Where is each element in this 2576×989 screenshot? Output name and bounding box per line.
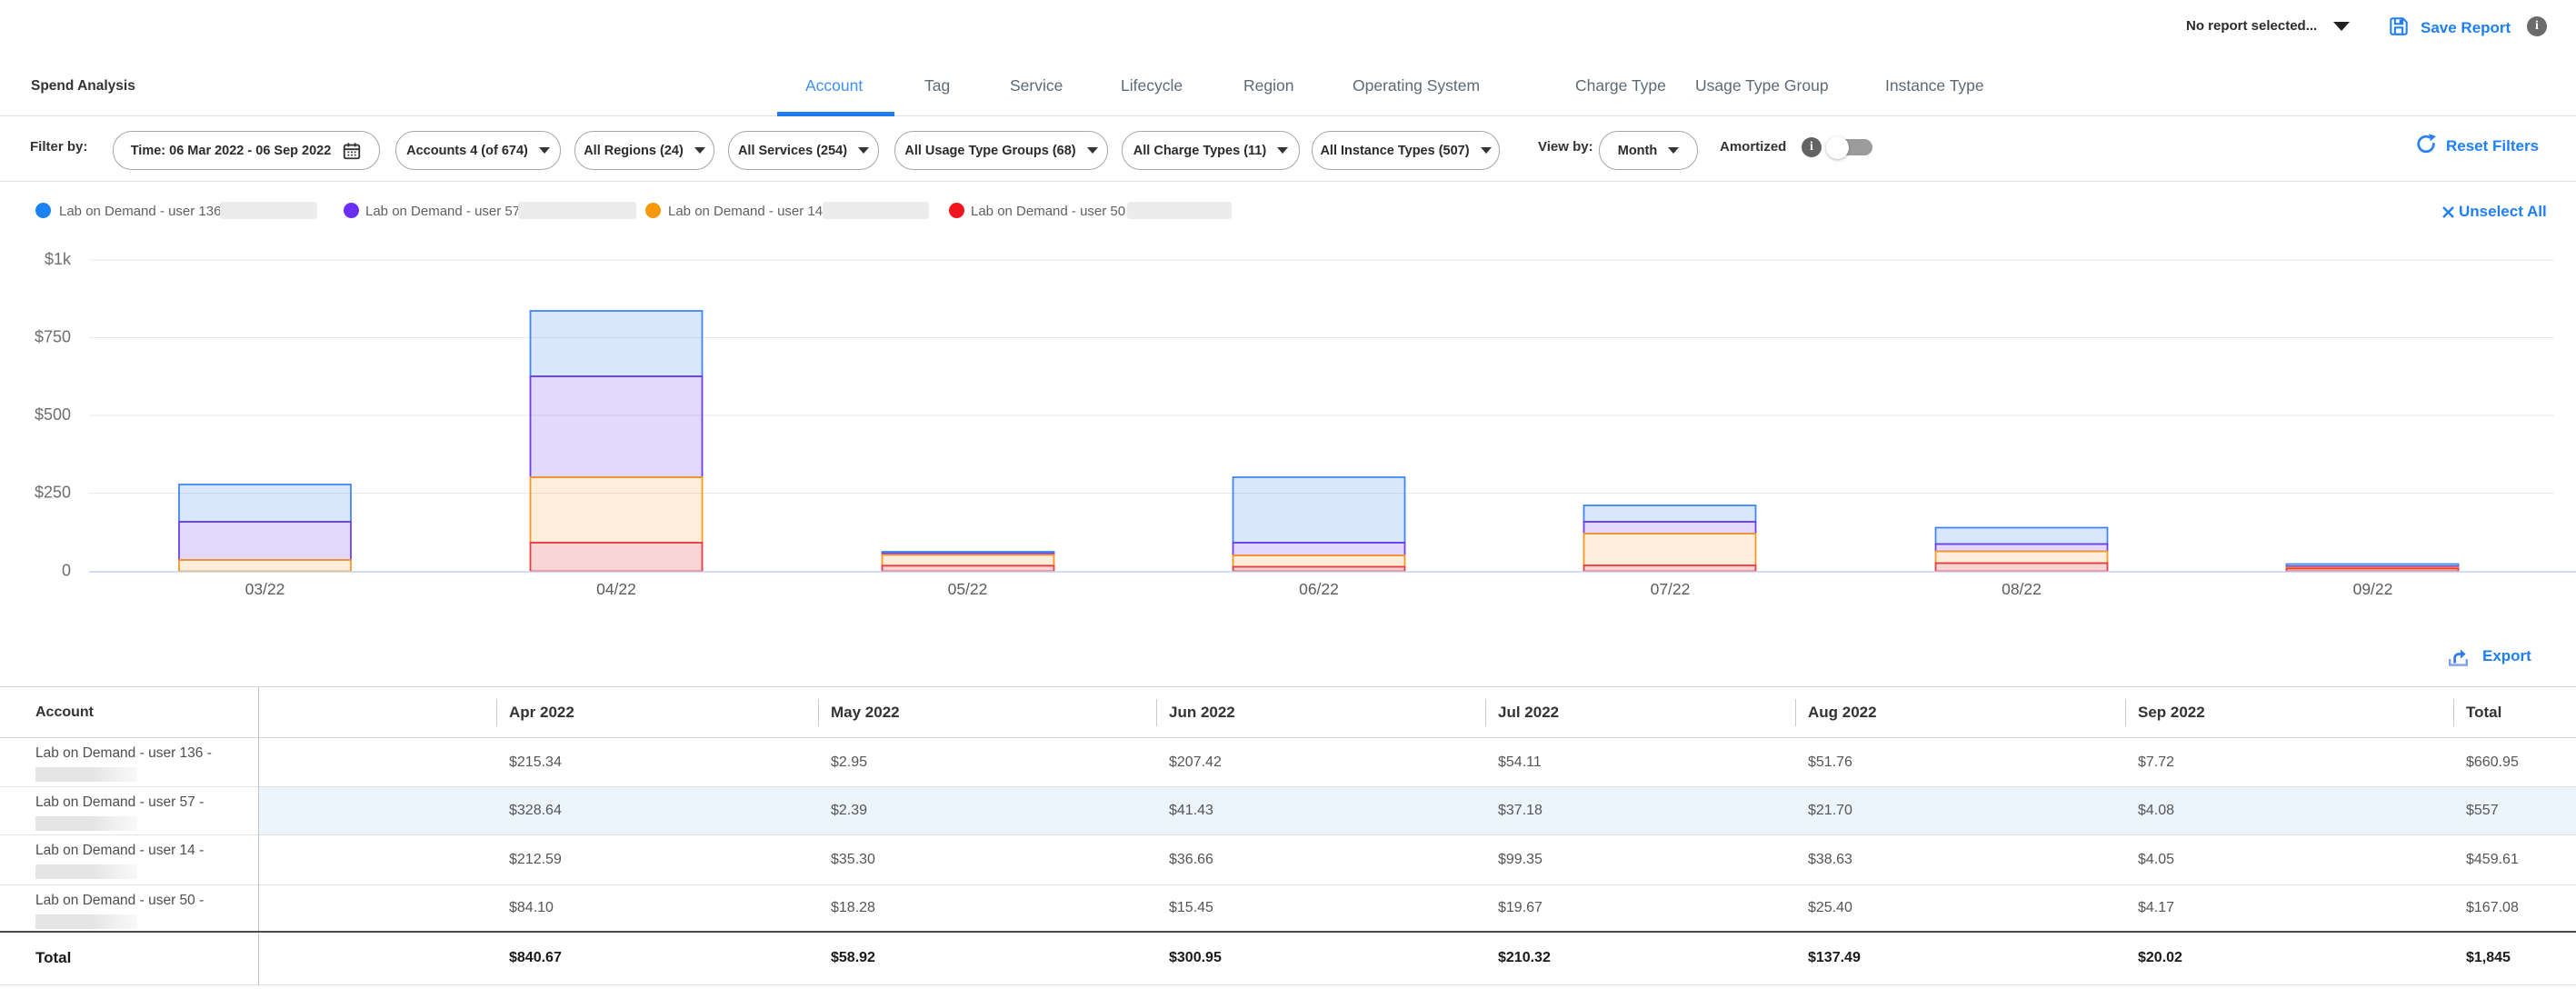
svg-text:$250: $250 [35,484,71,502]
svg-text:09/22: 09/22 [2353,580,2393,598]
svg-text:04/22: 04/22 [596,580,636,598]
svg-text:03/22: 03/22 [245,580,285,598]
svg-text:05/22: 05/22 [948,580,988,598]
svg-text:$500: $500 [35,405,71,424]
svg-text:08/22: 08/22 [2002,580,2042,598]
svg-text:06/22: 06/22 [1299,580,1339,598]
svg-text:$750: $750 [35,328,71,346]
svg-text:07/22: 07/22 [1651,580,1691,598]
svg-text:0: 0 [62,562,71,580]
svg-text:$1k: $1k [45,250,72,268]
